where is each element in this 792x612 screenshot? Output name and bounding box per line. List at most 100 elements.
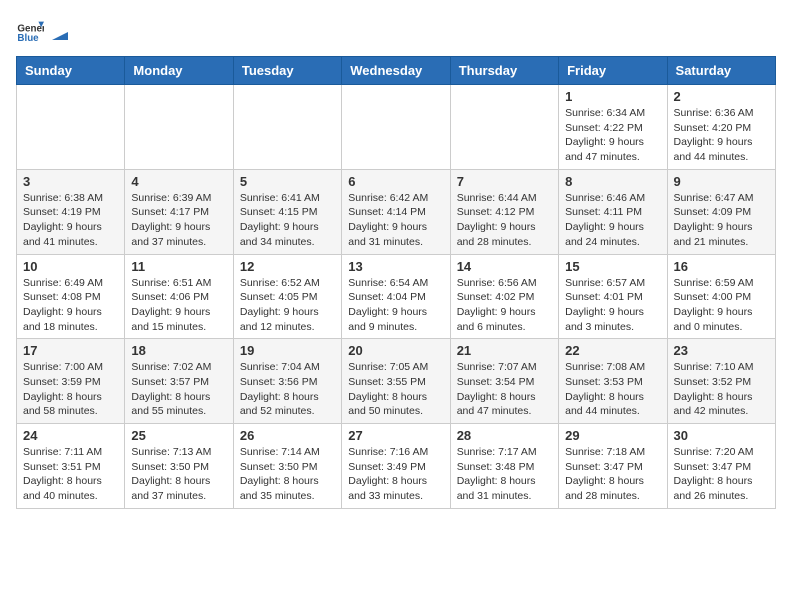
calendar-cell: 20 Sunrise: 7:05 AM Sunset: 3:55 PM Dayli… (342, 339, 450, 424)
day-number: 23 (674, 343, 769, 358)
day-info: Sunrise: 7:08 AM Sunset: 3:53 PM Dayligh… (565, 360, 660, 419)
day-info: Sunrise: 7:16 AM Sunset: 3:49 PM Dayligh… (348, 445, 443, 504)
day-info: Sunrise: 6:54 AM Sunset: 4:04 PM Dayligh… (348, 276, 443, 335)
calendar-cell: 22 Sunrise: 7:08 AM Sunset: 3:53 PM Dayli… (559, 339, 667, 424)
day-number: 29 (565, 428, 660, 443)
calendar-header-saturday: Saturday (667, 57, 775, 85)
day-info: Sunrise: 6:46 AM Sunset: 4:11 PM Dayligh… (565, 191, 660, 250)
day-info: Sunrise: 7:18 AM Sunset: 3:47 PM Dayligh… (565, 445, 660, 504)
day-info: Sunrise: 7:00 AM Sunset: 3:59 PM Dayligh… (23, 360, 118, 419)
day-number: 16 (674, 259, 769, 274)
calendar-cell: 3 Sunrise: 6:38 AM Sunset: 4:19 PM Daylig… (17, 169, 125, 254)
calendar-cell: 1 Sunrise: 6:34 AM Sunset: 4:22 PM Daylig… (559, 85, 667, 170)
calendar-cell: 28 Sunrise: 7:17 AM Sunset: 3:48 PM Dayli… (450, 424, 558, 509)
day-info: Sunrise: 7:11 AM Sunset: 3:51 PM Dayligh… (23, 445, 118, 504)
calendar-week-row: 1 Sunrise: 6:34 AM Sunset: 4:22 PM Daylig… (17, 85, 776, 170)
day-number: 10 (23, 259, 118, 274)
day-info: Sunrise: 6:49 AM Sunset: 4:08 PM Dayligh… (23, 276, 118, 335)
day-number: 3 (23, 174, 118, 189)
calendar-cell: 23 Sunrise: 7:10 AM Sunset: 3:52 PM Dayli… (667, 339, 775, 424)
calendar-cell: 14Sunrise: 6:56 AM Sunset: 4:02 PM Dayli… (450, 254, 558, 339)
calendar-week-row: 3 Sunrise: 6:38 AM Sunset: 4:19 PM Daylig… (17, 169, 776, 254)
calendar-cell: 17 Sunrise: 7:00 AM Sunset: 3:59 PM Dayli… (17, 339, 125, 424)
day-info: Sunrise: 7:02 AM Sunset: 3:57 PM Dayligh… (131, 360, 226, 419)
calendar-cell: 8 Sunrise: 6:46 AM Sunset: 4:11 PM Daylig… (559, 169, 667, 254)
day-number: 6 (348, 174, 443, 189)
calendar-header-thursday: Thursday (450, 57, 558, 85)
day-number: 18 (131, 343, 226, 358)
day-info: Sunrise: 6:44 AM Sunset: 4:12 PM Dayligh… (457, 191, 552, 250)
day-info: Sunrise: 6:41 AM Sunset: 4:15 PM Dayligh… (240, 191, 335, 250)
calendar-header-row: SundayMondayTuesdayWednesdayThursdayFrid… (17, 57, 776, 85)
calendar-week-row: 10 Sunrise: 6:49 AM Sunset: 4:08 PM Dayli… (17, 254, 776, 339)
calendar-cell: 24 Sunrise: 7:11 AM Sunset: 3:51 PM Dayli… (17, 424, 125, 509)
calendar-cell (342, 85, 450, 170)
day-info: Sunrise: 7:05 AM Sunset: 3:55 PM Dayligh… (348, 360, 443, 419)
day-info: Sunrise: 6:39 AM Sunset: 4:17 PM Dayligh… (131, 191, 226, 250)
calendar-cell: 10 Sunrise: 6:49 AM Sunset: 4:08 PM Dayli… (17, 254, 125, 339)
day-info: Sunrise: 6:52 AM Sunset: 4:05 PM Dayligh… (240, 276, 335, 335)
day-number: 1 (565, 89, 660, 104)
logo: General Blue (16, 16, 70, 44)
calendar-cell: 18 Sunrise: 7:02 AM Sunset: 3:57 PM Dayli… (125, 339, 233, 424)
calendar-header-friday: Friday (559, 57, 667, 85)
calendar-cell: 21Sunrise: 7:07 AM Sunset: 3:54 PM Dayli… (450, 339, 558, 424)
day-number: 28 (457, 428, 552, 443)
day-info: Sunrise: 6:36 AM Sunset: 4:20 PM Dayligh… (674, 106, 769, 165)
calendar-cell: 27 Sunrise: 7:16 AM Sunset: 3:49 PM Dayli… (342, 424, 450, 509)
calendar-cell: 6 Sunrise: 6:42 AM Sunset: 4:14 PM Daylig… (342, 169, 450, 254)
day-number: 20 (348, 343, 443, 358)
day-number: 26 (240, 428, 335, 443)
calendar-week-row: 17 Sunrise: 7:00 AM Sunset: 3:59 PM Dayli… (17, 339, 776, 424)
logo-icon: General Blue (16, 16, 44, 44)
day-info: Sunrise: 6:34 AM Sunset: 4:22 PM Dayligh… (565, 106, 660, 165)
calendar-cell: 11Sunrise: 6:51 AM Sunset: 4:06 PM Dayli… (125, 254, 233, 339)
day-number: 30 (674, 428, 769, 443)
day-number: 8 (565, 174, 660, 189)
calendar-cell (125, 85, 233, 170)
day-info: Sunrise: 7:20 AM Sunset: 3:47 PM Dayligh… (674, 445, 769, 504)
logo-triangle-icon (50, 22, 70, 42)
day-number: 7 (457, 174, 552, 189)
day-info: Sunrise: 6:59 AM Sunset: 4:00 PM Dayligh… (674, 276, 769, 335)
calendar-cell: 12 Sunrise: 6:52 AM Sunset: 4:05 PM Dayli… (233, 254, 341, 339)
day-number: 24 (23, 428, 118, 443)
day-info: Sunrise: 7:10 AM Sunset: 3:52 PM Dayligh… (674, 360, 769, 419)
calendar-header-monday: Monday (125, 57, 233, 85)
calendar-header-sunday: Sunday (17, 57, 125, 85)
day-info: Sunrise: 7:14 AM Sunset: 3:50 PM Dayligh… (240, 445, 335, 504)
day-number: 19 (240, 343, 335, 358)
day-number: 11 (131, 259, 226, 274)
day-number: 15 (565, 259, 660, 274)
day-number: 5 (240, 174, 335, 189)
svg-text:Blue: Blue (17, 33, 39, 44)
day-number: 27 (348, 428, 443, 443)
calendar-cell: 2 Sunrise: 6:36 AM Sunset: 4:20 PM Daylig… (667, 85, 775, 170)
day-number: 17 (23, 343, 118, 358)
calendar-cell: 13Sunrise: 6:54 AM Sunset: 4:04 PM Dayli… (342, 254, 450, 339)
day-info: Sunrise: 7:17 AM Sunset: 3:48 PM Dayligh… (457, 445, 552, 504)
day-number: 4 (131, 174, 226, 189)
day-number: 2 (674, 89, 769, 104)
calendar-cell: 5 Sunrise: 6:41 AM Sunset: 4:15 PM Daylig… (233, 169, 341, 254)
day-number: 12 (240, 259, 335, 274)
day-number: 21 (457, 343, 552, 358)
calendar-cell: 15Sunrise: 6:57 AM Sunset: 4:01 PM Dayli… (559, 254, 667, 339)
calendar-cell: 16 Sunrise: 6:59 AM Sunset: 4:00 PM Dayli… (667, 254, 775, 339)
calendar-cell: 30 Sunrise: 7:20 AM Sunset: 3:47 PM Dayli… (667, 424, 775, 509)
day-info: Sunrise: 7:04 AM Sunset: 3:56 PM Dayligh… (240, 360, 335, 419)
calendar-cell: 29 Sunrise: 7:18 AM Sunset: 3:47 PM Dayli… (559, 424, 667, 509)
calendar-cell (233, 85, 341, 170)
day-info: Sunrise: 6:38 AM Sunset: 4:19 PM Dayligh… (23, 191, 118, 250)
calendar-week-row: 24 Sunrise: 7:11 AM Sunset: 3:51 PM Dayli… (17, 424, 776, 509)
calendar-cell: 25 Sunrise: 7:13 AM Sunset: 3:50 PM Dayli… (125, 424, 233, 509)
day-info: Sunrise: 6:47 AM Sunset: 4:09 PM Dayligh… (674, 191, 769, 250)
day-info: Sunrise: 6:42 AM Sunset: 4:14 PM Dayligh… (348, 191, 443, 250)
calendar-table: SundayMondayTuesdayWednesdayThursdayFrid… (16, 56, 776, 509)
day-number: 9 (674, 174, 769, 189)
header: General Blue (16, 16, 776, 44)
day-number: 22 (565, 343, 660, 358)
calendar-cell (450, 85, 558, 170)
day-info: Sunrise: 7:13 AM Sunset: 3:50 PM Dayligh… (131, 445, 226, 504)
day-number: 25 (131, 428, 226, 443)
